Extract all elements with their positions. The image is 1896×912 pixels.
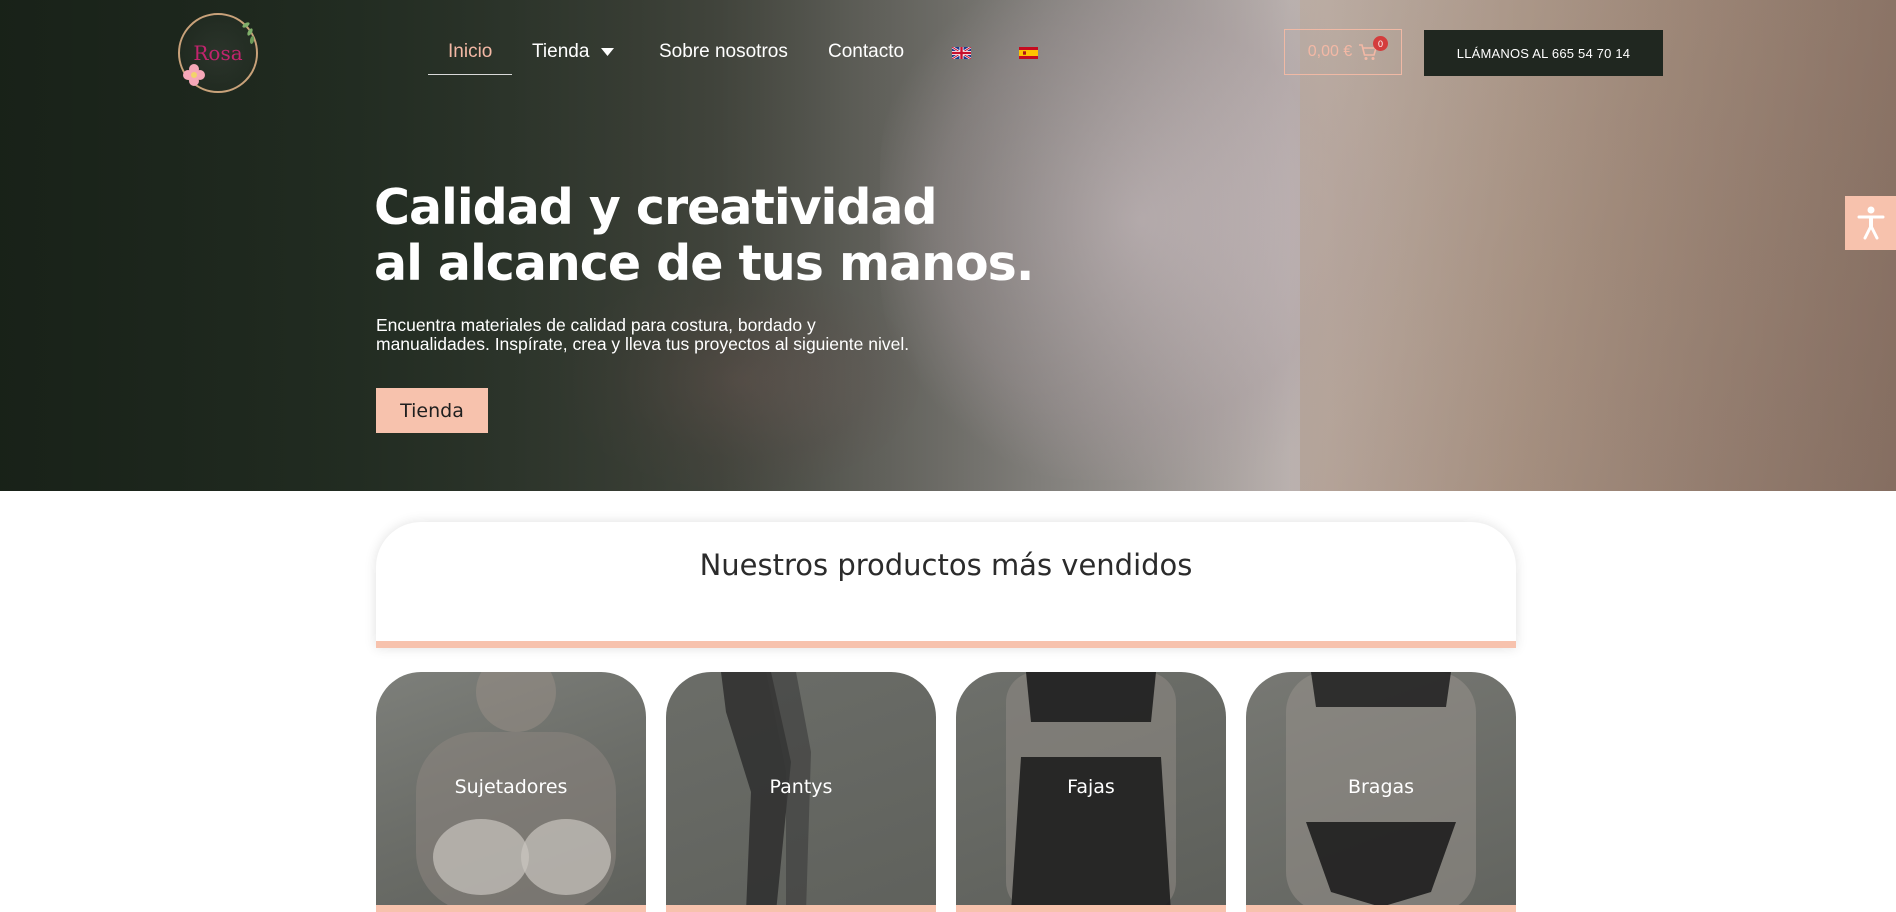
category-label: Fajas <box>1067 776 1115 798</box>
nav-item-tienda[interactable]: Tienda <box>532 41 615 63</box>
flag-en-icon[interactable] <box>952 47 971 59</box>
hero-title-line1: Calidad y creatividad <box>374 179 938 236</box>
chevron-down-icon[interactable] <box>601 47 615 56</box>
cart-amount: 0,00 € <box>1307 43 1353 60</box>
category-label: Bragas <box>1347 776 1415 798</box>
flower-icon <box>183 64 205 86</box>
call-button[interactable]: LLÁMANOS AL 665 54 70 14 <box>1424 30 1663 76</box>
leaves-icon <box>242 22 255 44</box>
site-logo[interactable]: Rosa <box>178 13 258 93</box>
hero-subtitle: Encuentra materiales de calidad para cos… <box>376 316 976 354</box>
card-accent-bar <box>376 905 646 912</box>
category-card-sujetadores[interactable]: Sujetadores <box>376 672 646 912</box>
category-card-pantys[interactable]: Pantys <box>666 672 936 912</box>
cart-button[interactable]: 0,00 € 0 <box>1284 29 1402 75</box>
hero-title-line2: al alcance de tus manos. <box>374 235 1034 292</box>
category-card-bragas[interactable]: Bragas <box>1246 672 1516 912</box>
card-accent-bar <box>956 905 1226 912</box>
nav-item-tienda-label: Tienda <box>532 41 590 62</box>
hero-subtitle-line1: Encuentra materiales de calidad para cos… <box>376 315 816 335</box>
nav-active-underline <box>428 74 512 75</box>
hero-title: Calidad y creatividad al alcance de tus … <box>374 180 1074 292</box>
nav-item-inicio[interactable]: Inicio <box>448 41 492 63</box>
nav-item-sobre-nosotros[interactable]: Sobre nosotros <box>659 41 788 63</box>
card-accent-bar <box>1246 905 1516 912</box>
category-label: Sujetadores <box>454 776 568 798</box>
card-accent-bar <box>666 905 936 912</box>
category-card-fajas[interactable]: Fajas <box>956 672 1226 912</box>
cart-count-badge: 0 <box>1373 36 1388 51</box>
bestsellers-header: Nuestros productos más vendidos <box>376 522 1516 648</box>
accessibility-icon <box>1857 206 1884 240</box>
hero-subtitle-line2: manualidades. Inspírate, crea y lleva tu… <box>376 334 910 354</box>
section-title: Nuestros productos más vendidos <box>699 548 1193 583</box>
category-label: Pantys <box>769 776 833 798</box>
nav-item-contacto[interactable]: Contacto <box>828 41 904 63</box>
hero-shop-button[interactable]: Tienda <box>376 388 488 433</box>
flag-es-icon[interactable] <box>1019 47 1038 59</box>
accessibility-button[interactable] <box>1845 196 1896 250</box>
